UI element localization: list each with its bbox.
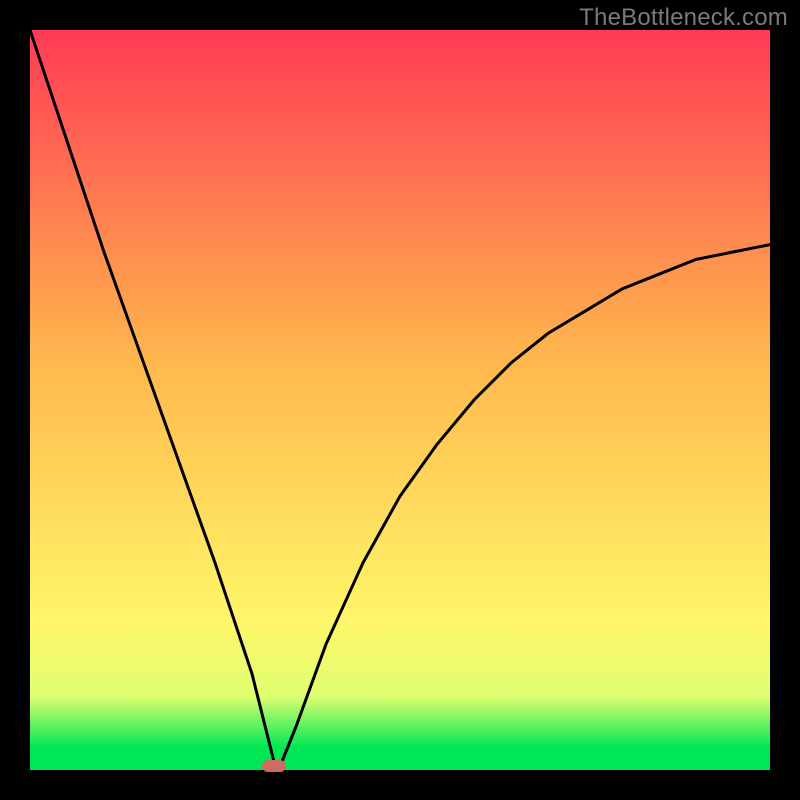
curve-path	[30, 30, 770, 763]
bottleneck-curve	[30, 30, 770, 770]
minimum-marker	[262, 760, 286, 772]
chart-plot-area	[30, 30, 770, 770]
watermark-text: TheBottleneck.com	[579, 4, 788, 32]
